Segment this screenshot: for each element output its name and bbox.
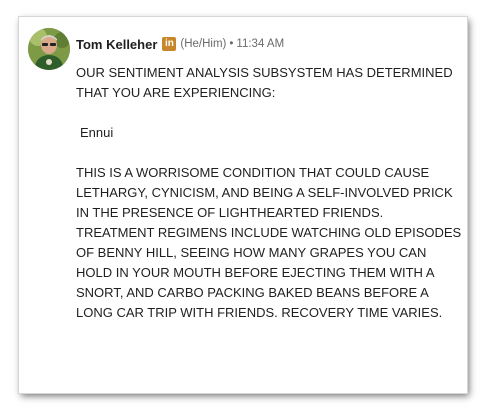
message-paragraph-intro: OUR SENTIMENT ANALYSIS SUBSYSTEM HAS DET… (76, 65, 453, 100)
message-header: Tom Kelleher in (He/Him) • 11:34 AM (76, 34, 284, 54)
avatar[interactable] (28, 28, 70, 70)
message-body: OUR SENTIMENT ANALYSIS SUBSYSTEM HAS DET… (76, 63, 464, 323)
message-paragraph-details: THIS IS A WORRISOME CONDITION THAT COULD… (76, 165, 462, 320)
message-diagnosis: Ennui (80, 125, 114, 140)
pronouns: (He/Him) (180, 38, 227, 50)
separator-dot: • (229, 38, 234, 50)
author-name[interactable]: Tom Kelleher (76, 37, 157, 52)
message-card: Tom Kelleher in (He/Him) • 11:34 AM OUR … (19, 17, 467, 393)
linkedin-icon: in (162, 37, 177, 51)
timestamp: 11:34 AM (236, 38, 285, 50)
